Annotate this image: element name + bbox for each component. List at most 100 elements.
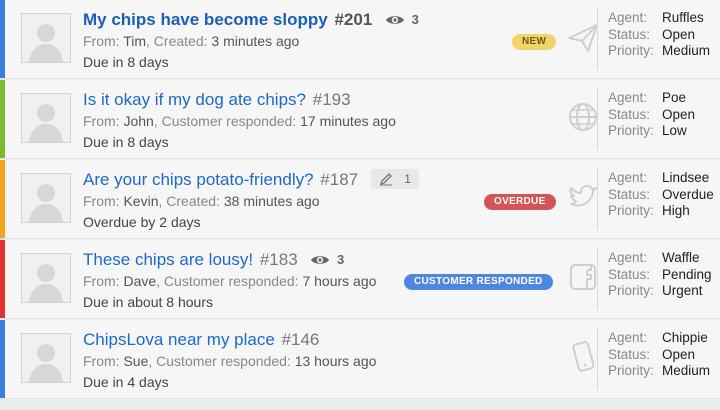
avatar <box>21 93 71 143</box>
from-label: From: <box>83 193 120 209</box>
agent-label: Agent: <box>608 90 648 105</box>
from-label: From: <box>83 33 120 49</box>
activity-time: 13 hours ago <box>294 353 377 369</box>
due-text: Due in about 8 hours <box>83 294 213 310</box>
paper-plane-icon <box>566 20 600 54</box>
priority-stripe <box>0 160 5 238</box>
eye-icon <box>311 256 330 264</box>
requester-name: John <box>123 113 154 129</box>
due-text: Overdue by 2 days <box>83 214 201 230</box>
agent-label: Agent: <box>608 10 648 25</box>
note-count: 1 <box>370 169 419 189</box>
ticket-list: My chips have become sloppy #201 3 From:… <box>0 0 720 410</box>
status-label: Status: <box>608 26 651 42</box>
globe-icon <box>566 100 600 134</box>
pencil-icon <box>379 173 392 186</box>
agent-value: Ruffles <box>662 10 704 25</box>
priority-label: Priority: <box>608 363 654 378</box>
ticket-row[interactable]: Is it okay if my dog ate chips? #193 Fro… <box>0 80 720 159</box>
activity-time: 3 minutes ago <box>211 33 300 49</box>
from-label: From: <box>83 353 120 369</box>
avatar <box>21 253 71 303</box>
divider <box>597 88 598 150</box>
activity-label: Created: <box>153 33 208 49</box>
ticket-title-link[interactable]: Is it okay if my dog ate chips? <box>83 90 306 109</box>
activity-time: 38 minutes ago <box>223 193 320 209</box>
agent-value: Poe <box>662 90 687 105</box>
divider <box>597 328 598 390</box>
priority-value: Urgent <box>662 283 703 298</box>
agent-value: Waffle <box>662 250 700 265</box>
requester-name: Tim <box>123 33 147 49</box>
twitter-bird-icon <box>566 180 600 214</box>
ticket-row[interactable]: These chips are lousy! #183 3 From: Dave… <box>0 240 720 319</box>
divider <box>597 248 598 310</box>
requester-name: Dave <box>123 273 157 289</box>
status-label: Status: <box>608 346 651 362</box>
ticket-meta: From: Sue, Customer responded: 13 hours … <box>83 353 377 369</box>
ticket-title-link[interactable]: ChipsLova near my place <box>83 330 275 349</box>
avatar <box>21 13 71 63</box>
agent-label: Agent: <box>608 330 648 345</box>
ticket-title-link[interactable]: My chips have become sloppy <box>83 10 328 29</box>
ticket-properties: Agent: Chippie Status: Open Priority: Mediu… <box>608 330 710 380</box>
ticket-meta: From: Tim, Created: 3 minutes ago <box>83 33 300 49</box>
status-badge: OVERDUE <box>484 194 556 210</box>
priority-stripe <box>0 240 5 318</box>
activity-label: Customer responded: <box>156 353 291 369</box>
ticket-properties: Agent: Poe Status: Open Priority: Low <box>608 90 695 140</box>
view-count-value: 3 <box>411 12 419 27</box>
requester-name: Sue <box>123 353 149 369</box>
priority-label: Priority: <box>608 43 654 58</box>
status-value: Open <box>662 26 696 42</box>
agent-value: Chippie <box>662 330 708 345</box>
view-count: 3 <box>385 8 419 32</box>
ticket-row[interactable]: Are your chips potato-friendly? #187 1 F… <box>0 160 720 239</box>
agent-label: Agent: <box>608 170 648 185</box>
ticket-properties: Agent: Waffle Status: Pending Priority: Urg… <box>608 250 712 300</box>
avatar <box>21 173 71 223</box>
activity-label: Customer responded: <box>161 113 297 129</box>
status-value: Open <box>662 346 696 362</box>
divider <box>597 168 598 230</box>
priority-value: High <box>662 203 690 218</box>
divider <box>597 8 598 70</box>
ticket-properties: Agent: Ruffles Status: Open Priority: Mediu… <box>608 10 710 60</box>
from-label: From: <box>83 113 120 129</box>
ticket-number: #201 <box>334 10 373 29</box>
priority-value: Low <box>662 123 687 138</box>
ticket-number: #193 <box>312 90 351 109</box>
eye-icon <box>386 16 404 24</box>
ticket-row[interactable]: My chips have become sloppy #201 3 From:… <box>0 0 720 79</box>
due-text: Due in 8 days <box>83 134 169 150</box>
activity-label: Created: <box>166 193 220 209</box>
view-count-value: 3 <box>337 252 345 267</box>
priority-label: Priority: <box>608 283 654 298</box>
ticket-title-link[interactable]: Are your chips potato-friendly? <box>83 170 314 189</box>
ticket-properties: Agent: Lindsee Status: Overdue Priority: Hi… <box>608 170 714 220</box>
from-label: From: <box>83 273 120 289</box>
status-value: Open <box>662 106 696 122</box>
activity-time: 7 hours ago <box>302 273 377 289</box>
status-label: Status: <box>608 266 651 282</box>
status-label: Status: <box>608 106 651 122</box>
status-badge: NEW <box>512 34 557 50</box>
status-value: Pending <box>662 266 712 282</box>
agent-value: Lindsee <box>662 170 710 185</box>
ticket-meta: From: Kevin, Created: 38 minutes ago <box>83 193 320 209</box>
ticket-number: #183 <box>259 250 298 269</box>
ticket-title-link[interactable]: These chips are lousy! <box>83 250 253 269</box>
priority-value: Medium <box>662 43 711 58</box>
status-label: Status: <box>608 186 651 202</box>
mobile-phone-icon <box>566 340 600 374</box>
ticket-row[interactable]: ChipsLova near my place #146 From: Sue, … <box>0 320 720 399</box>
status-badge: CUSTOMER RESPONDED <box>404 274 553 290</box>
priority-stripe <box>0 80 5 158</box>
view-count: 3 <box>310 248 344 272</box>
due-text: Due in 4 days <box>83 374 169 390</box>
status-value: Overdue <box>662 186 714 202</box>
priority-value: Medium <box>662 363 711 378</box>
priority-label: Priority: <box>608 203 654 218</box>
facebook-icon <box>566 260 600 294</box>
ticket-meta: From: John, Customer responded: 17 minut… <box>83 113 396 129</box>
